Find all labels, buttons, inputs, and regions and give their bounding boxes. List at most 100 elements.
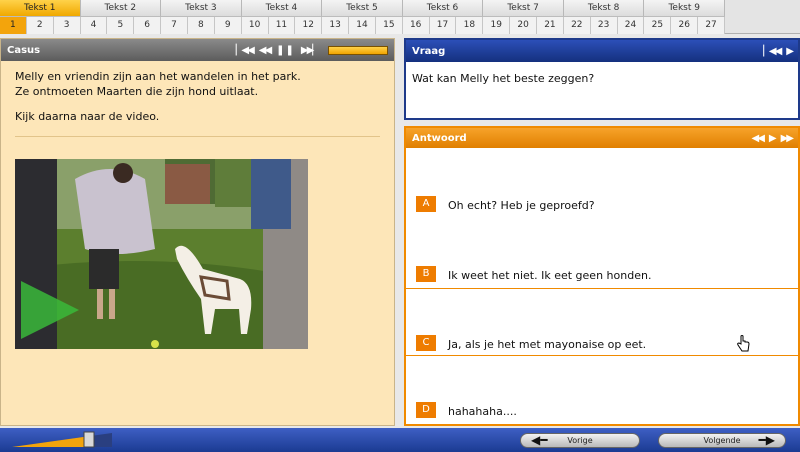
skip-back-icon[interactable]: ▏◀◀: [236, 45, 255, 56]
page-number[interactable]: 11: [268, 17, 296, 34]
page-number[interactable]: 7: [161, 17, 188, 34]
page-row: 10 11 12: [241, 17, 323, 34]
casus-text: Melly en vriendin zijn aan het wandelen …: [1, 61, 394, 132]
page-row: 19 20 21: [483, 17, 564, 34]
casus-header: Casus ▏◀◀ ◀◀ ❚❚ ▶▶▏: [1, 39, 394, 61]
tekst-tab-label[interactable]: Tekst 1: [0, 0, 81, 17]
page-number[interactable]: 24: [617, 17, 645, 34]
tekst-group: Tekst 9 25 26 27: [644, 0, 725, 34]
vraag-title: Vraag: [412, 45, 446, 57]
skip-back-icon[interactable]: ▏◀◀: [763, 46, 782, 57]
vraag-header: Vraag ▏◀◀ ▶: [406, 40, 798, 62]
antwoord-header: Antwoord ◀◀ ▶ ▶▶: [406, 128, 798, 148]
next-button-label: Volgende: [703, 436, 741, 445]
casus-line: Melly en vriendin zijn aan het wandelen …: [15, 70, 301, 83]
page-number[interactable]: 17: [429, 17, 457, 34]
page-number[interactable]: 14: [349, 17, 376, 34]
media-progress-fill: [329, 46, 387, 54]
page-row: 13 14 15: [322, 17, 403, 34]
page-row: 123: [0, 17, 81, 34]
question-text: Wat kan Melly het beste zeggen?: [412, 72, 595, 85]
page-number[interactable]: 3: [53, 17, 81, 34]
tekst-group: Tekst 5 13 14 15: [322, 0, 403, 34]
antwoord-panel: Antwoord ◀◀ ▶ ▶▶ A Oh echt? Heb je gepro…: [404, 126, 800, 426]
tekst-group: Tekst 2456: [80, 0, 162, 34]
tekst-group: Tekst 4 10 11 12: [241, 0, 323, 34]
page-number[interactable]: 9: [214, 17, 242, 34]
page-number[interactable]: 8: [187, 17, 215, 34]
casus-divider: [15, 136, 380, 137]
tekst-tab-label[interactable]: Tekst 9: [644, 0, 725, 17]
tekst-group: Tekst 7 19 20 21: [483, 0, 564, 34]
play-icon[interactable]: ▶: [769, 133, 777, 144]
answer-letter-d: D: [416, 402, 436, 418]
page-number[interactable]: 20: [510, 17, 538, 34]
fast-forward-icon[interactable]: ▶▶: [781, 133, 794, 144]
tekst-tab-label[interactable]: Tekst 7: [483, 0, 564, 17]
page-number[interactable]: 1: [0, 17, 27, 34]
page-number[interactable]: 23: [590, 17, 618, 34]
tekst-tab-label[interactable]: Tekst 6: [402, 0, 484, 17]
pause-icon[interactable]: ❚❚: [276, 45, 295, 56]
answer-option-d[interactable]: D hahahaha....: [406, 356, 798, 424]
answer-letter-a: A: [416, 196, 436, 212]
page-number[interactable]: 13: [322, 17, 350, 34]
play-icon[interactable]: ▶: [786, 46, 794, 57]
page-number[interactable]: 10: [241, 17, 269, 34]
page-row: 25 26 27: [644, 17, 725, 34]
page-number[interactable]: 25: [644, 17, 672, 34]
page-number[interactable]: 12: [295, 17, 323, 34]
skip-forward-icon[interactable]: ▶▶▏: [301, 45, 320, 56]
previous-button-label: Vorige: [567, 436, 593, 445]
page-number[interactable]: 15: [375, 17, 403, 34]
page-number[interactable]: 6: [134, 17, 162, 34]
answer-text-a: Oh echt? Heb je geproefd?: [448, 199, 595, 212]
rewind-icon[interactable]: ◀◀: [259, 45, 272, 56]
tekst-tab-label[interactable]: Tekst 3: [161, 0, 242, 17]
page-number[interactable]: 4: [80, 17, 108, 34]
answer-letter-c: C: [416, 335, 436, 351]
page-number[interactable]: 19: [483, 17, 511, 34]
page-number[interactable]: 5: [107, 17, 135, 34]
answer-text-c: Ja, als je het met mayonaise op eet.: [448, 338, 647, 351]
page-number[interactable]: 22: [563, 17, 591, 34]
topic-navigation: Tekst 1 1 2 3 Tekst 2 4 5 6 Tekst 3 7 8 9 Tekst 4 10 1…: [0, 0, 800, 34]
media-progress-bar[interactable]: [328, 45, 388, 55]
play-icon[interactable]: [21, 281, 79, 339]
tekst-group: Tekst 3789: [161, 0, 242, 34]
answer-text-d: hahahaha....: [448, 405, 517, 418]
tekst-tab-label[interactable]: Tekst 5: [322, 0, 403, 17]
tekst-tab-label[interactable]: Tekst 2: [80, 0, 162, 17]
page-number[interactable]: 27: [698, 17, 725, 34]
answer-text-b: Ik weet het niet. Ik eet geen honden.: [448, 269, 652, 282]
tekst-tab-label[interactable]: Tekst 4: [241, 0, 323, 17]
previous-button[interactable]: ◀━ Vorige: [520, 433, 640, 448]
casus-panel: Casus ▏◀◀ ◀◀ ❚❚ ▶▶▏ Melly en vriendin zi…: [0, 38, 395, 426]
page-row: 789: [161, 17, 242, 34]
next-button[interactable]: Volgende ━▶: [658, 433, 786, 448]
page-number[interactable]: 2: [26, 17, 54, 34]
page-number[interactable]: 21: [537, 17, 564, 34]
volume-slider[interactable]: [12, 431, 124, 448]
tekst-group: Tekst 8 22 23 24: [563, 0, 645, 34]
answer-option-c[interactable]: C Ja, als je het met mayonaise op eet.: [406, 288, 798, 356]
arrow-left-icon: ◀━: [531, 433, 548, 447]
video-player[interactable]: [15, 159, 308, 349]
page-number[interactable]: 16: [402, 17, 430, 34]
page-number[interactable]: 26: [671, 17, 699, 34]
answer-option-b[interactable]: B Ik weet het niet. Ik eet geen honden.: [406, 220, 798, 288]
rewind-icon[interactable]: ◀◀: [752, 133, 765, 144]
page-row: 456: [80, 17, 162, 34]
page-number[interactable]: 18: [456, 17, 484, 34]
tekst-group: Tekst 1123: [0, 0, 81, 34]
answer-option-a[interactable]: A Oh echt? Heb je geproefd?: [406, 152, 798, 220]
tekst-tab-label[interactable]: Tekst 8: [563, 0, 645, 17]
page-row: 22 23 24: [563, 17, 645, 34]
answer-letter-b: B: [416, 266, 436, 282]
casus-title: Casus: [7, 44, 41, 56]
casus-instruction: Kijk daarna naar de video.: [15, 110, 160, 123]
vraag-panel: Vraag ▏◀◀ ▶ Wat kan Melly het beste zegg…: [404, 38, 800, 120]
antwoord-title: Antwoord: [412, 132, 467, 144]
hand-cursor-icon: [737, 335, 750, 352]
casus-line: Ze ontmoeten Maarten die zijn hond uitla…: [15, 85, 259, 98]
